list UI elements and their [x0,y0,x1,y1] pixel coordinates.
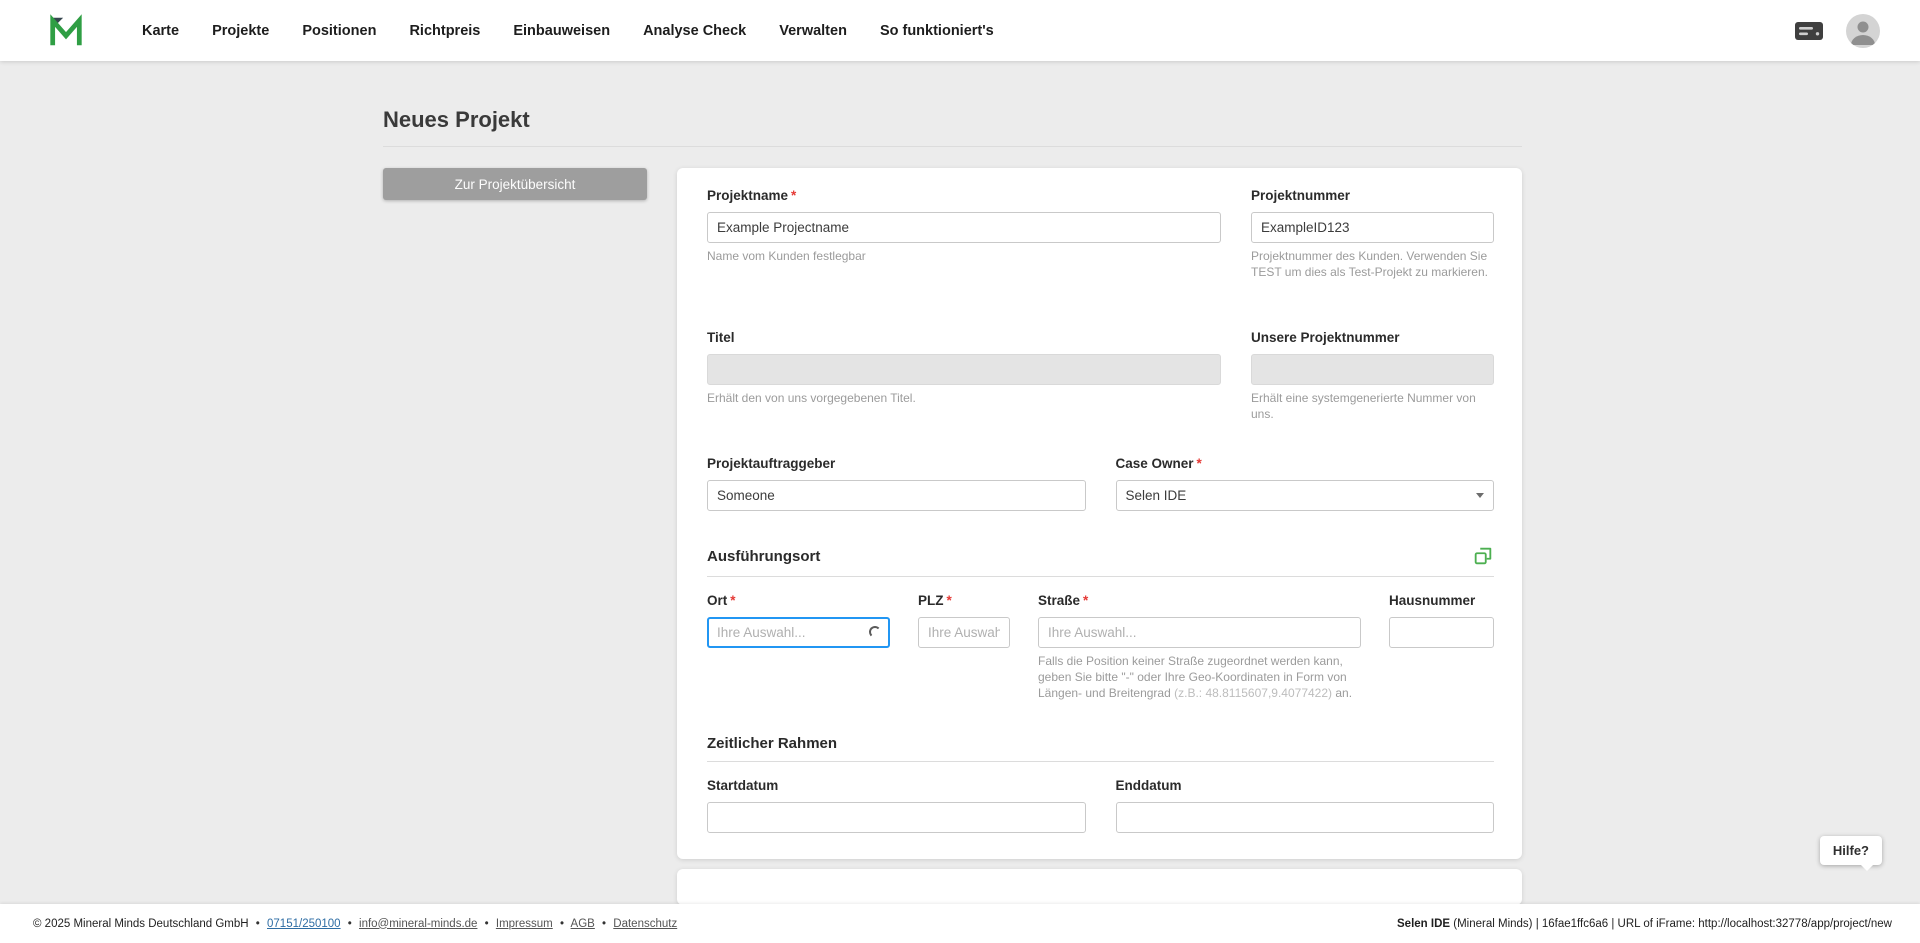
startdatum-label: Startdatum [707,778,1086,793]
plz-field: PLZ* [918,593,1010,701]
case-owner-label: Case Owner* [1116,456,1495,471]
startdatum-field: Startdatum [707,778,1086,833]
projektname-input[interactable] [707,212,1221,243]
section-ausfuehrungsort-title: Ausführungsort [707,548,820,565]
footer-session-details: (Mineral Minds) | 16fae1ffc6a6 | URL of … [1450,918,1892,930]
main-content: Neues Projekt Zur Projektübersicht Proje… [383,61,1522,905]
footer-separator: • [602,918,606,930]
enddatum-input[interactable] [1116,802,1495,833]
ort-label: Ort* [707,593,890,608]
required-asterisk: * [1197,456,1202,471]
footer-user-name: Selen IDE [1397,918,1450,930]
footer-session-info: Selen IDE (Mineral Minds) | 16fae1ffc6a6… [1397,918,1892,930]
unsere-projektnummer-helper: Erhält eine systemgenerierte Nummer von … [1251,391,1494,422]
required-asterisk: * [947,593,952,608]
projektnummer-label: Projektnummer [1251,188,1494,203]
title-divider [383,146,1522,147]
next-card-partial [677,869,1522,905]
hausnummer-field: Hausnummer [1389,593,1494,701]
projektnummer-helper: Projektnummer des Kunden. Verwenden Sie … [1251,249,1494,280]
unsere-projektnummer-input [1251,354,1494,385]
nav-item-positionen[interactable]: Positionen [302,23,376,39]
nav-item-projekte[interactable]: Projekte [212,23,269,39]
projektname-label: Projektname* [707,188,1221,203]
projektnummer-field: Projektnummer Projektnummer des Kunden. … [1251,188,1494,280]
titel-input [707,354,1221,385]
strasse-input[interactable] [1038,617,1361,648]
required-asterisk: * [791,188,796,203]
copy-icon [1472,545,1494,567]
projektnummer-input[interactable] [1251,212,1494,243]
footer-email-link[interactable]: info@mineral-minds.de [359,918,477,930]
footer-agb-link[interactable]: AGB [571,918,595,930]
user-avatar[interactable] [1846,14,1880,48]
project-overview-button[interactable]: Zur Projektübersicht [383,168,647,200]
server-icon[interactable] [1794,20,1824,42]
new-project-form-card: Projektname* Name vom Kunden festlegbar … [677,168,1522,859]
ort-field: Ort* [707,593,890,701]
footer-datenschutz-link[interactable]: Datenschutz [613,918,677,930]
page-title: Neues Projekt [383,107,1522,133]
mineral-minds-logo-icon [47,12,85,50]
titel-field: Titel Erhält den von uns vorgegebenen Ti… [707,330,1221,422]
titel-label: Titel [707,330,1221,345]
person-icon [1846,14,1880,48]
unsere-projektnummer-label: Unsere Projektnummer [1251,330,1494,345]
navbar-right [1794,14,1880,48]
copyright-text: © 2025 Mineral Minds Deutschland GmbH [33,918,249,930]
required-asterisk: * [1083,593,1088,608]
footer-impressum-link[interactable]: Impressum [496,918,553,930]
section-divider [707,576,1494,577]
footer-separator: • [485,918,489,930]
hausnummer-label: Hausnummer [1389,593,1494,608]
nav-item-einbauweisen[interactable]: Einbauweisen [513,23,610,39]
left-column: Zur Projektübersicht [383,168,677,200]
footer-separator: • [348,918,352,930]
hausnummer-input[interactable] [1389,617,1494,648]
plz-input[interactable] [918,617,1010,648]
projektname-helper: Name vom Kunden festlegbar [707,249,1221,265]
strasse-field: Straße* Falls die Position keiner Straße… [1038,593,1361,701]
enddatum-label: Enddatum [1116,778,1495,793]
projektauftraggeber-field: Projektauftraggeber [707,456,1086,511]
footer-separator: • [560,918,564,930]
nav-item-karte[interactable]: Karte [142,23,179,39]
nav-item-so-funktionierts[interactable]: So funktioniert's [880,23,994,39]
main-nav: Karte Projekte Positionen Richtpreis Ein… [142,23,994,39]
projektname-field: Projektname* Name vom Kunden festlegbar [707,188,1221,280]
case-owner-value: Selen IDE [1126,488,1187,503]
loading-spinner-icon [869,626,881,638]
unsere-projektnummer-field: Unsere Projektnummer Erhält eine systemg… [1251,330,1494,422]
section-zeitlicher-rahmen-title: Zeitlicher Rahmen [707,735,837,752]
case-owner-field: Case Owner* Selen IDE [1116,456,1495,511]
footer-separator: • [256,918,260,930]
startdatum-input[interactable] [707,802,1086,833]
strasse-label: Straße* [1038,593,1361,608]
chevron-down-icon [1476,493,1484,498]
top-navbar: Karte Projekte Positionen Richtpreis Ein… [0,0,1920,61]
form-column: Projektname* Name vom Kunden festlegbar … [677,168,1522,905]
footer-left: © 2025 Mineral Minds Deutschland GmbH • … [33,918,677,930]
titel-helper: Erhält den von uns vorgegebenen Titel. [707,391,1221,407]
strasse-helper: Falls die Position keiner Straße zugeord… [1038,654,1361,701]
case-owner-select[interactable]: Selen IDE [1116,480,1495,511]
nav-item-verwalten[interactable]: Verwalten [779,23,847,39]
enddatum-field: Enddatum [1116,778,1495,833]
projektauftraggeber-label: Projektauftraggeber [707,456,1086,471]
ort-input[interactable] [707,617,890,648]
required-asterisk: * [730,593,735,608]
nav-item-richtpreis[interactable]: Richtpreis [409,23,480,39]
projektauftraggeber-input[interactable] [707,480,1086,511]
footer: © 2025 Mineral Minds Deutschland GmbH • … [0,904,1920,943]
help-button[interactable]: Hilfe? [1820,836,1882,865]
section-divider [707,761,1494,762]
nav-item-analyse-check[interactable]: Analyse Check [643,23,746,39]
plz-label: PLZ* [918,593,1010,608]
footer-phone-link[interactable]: 07151/250100 [267,918,341,930]
brand-logo[interactable] [47,11,87,51]
copy-location-button[interactable] [1472,545,1494,567]
